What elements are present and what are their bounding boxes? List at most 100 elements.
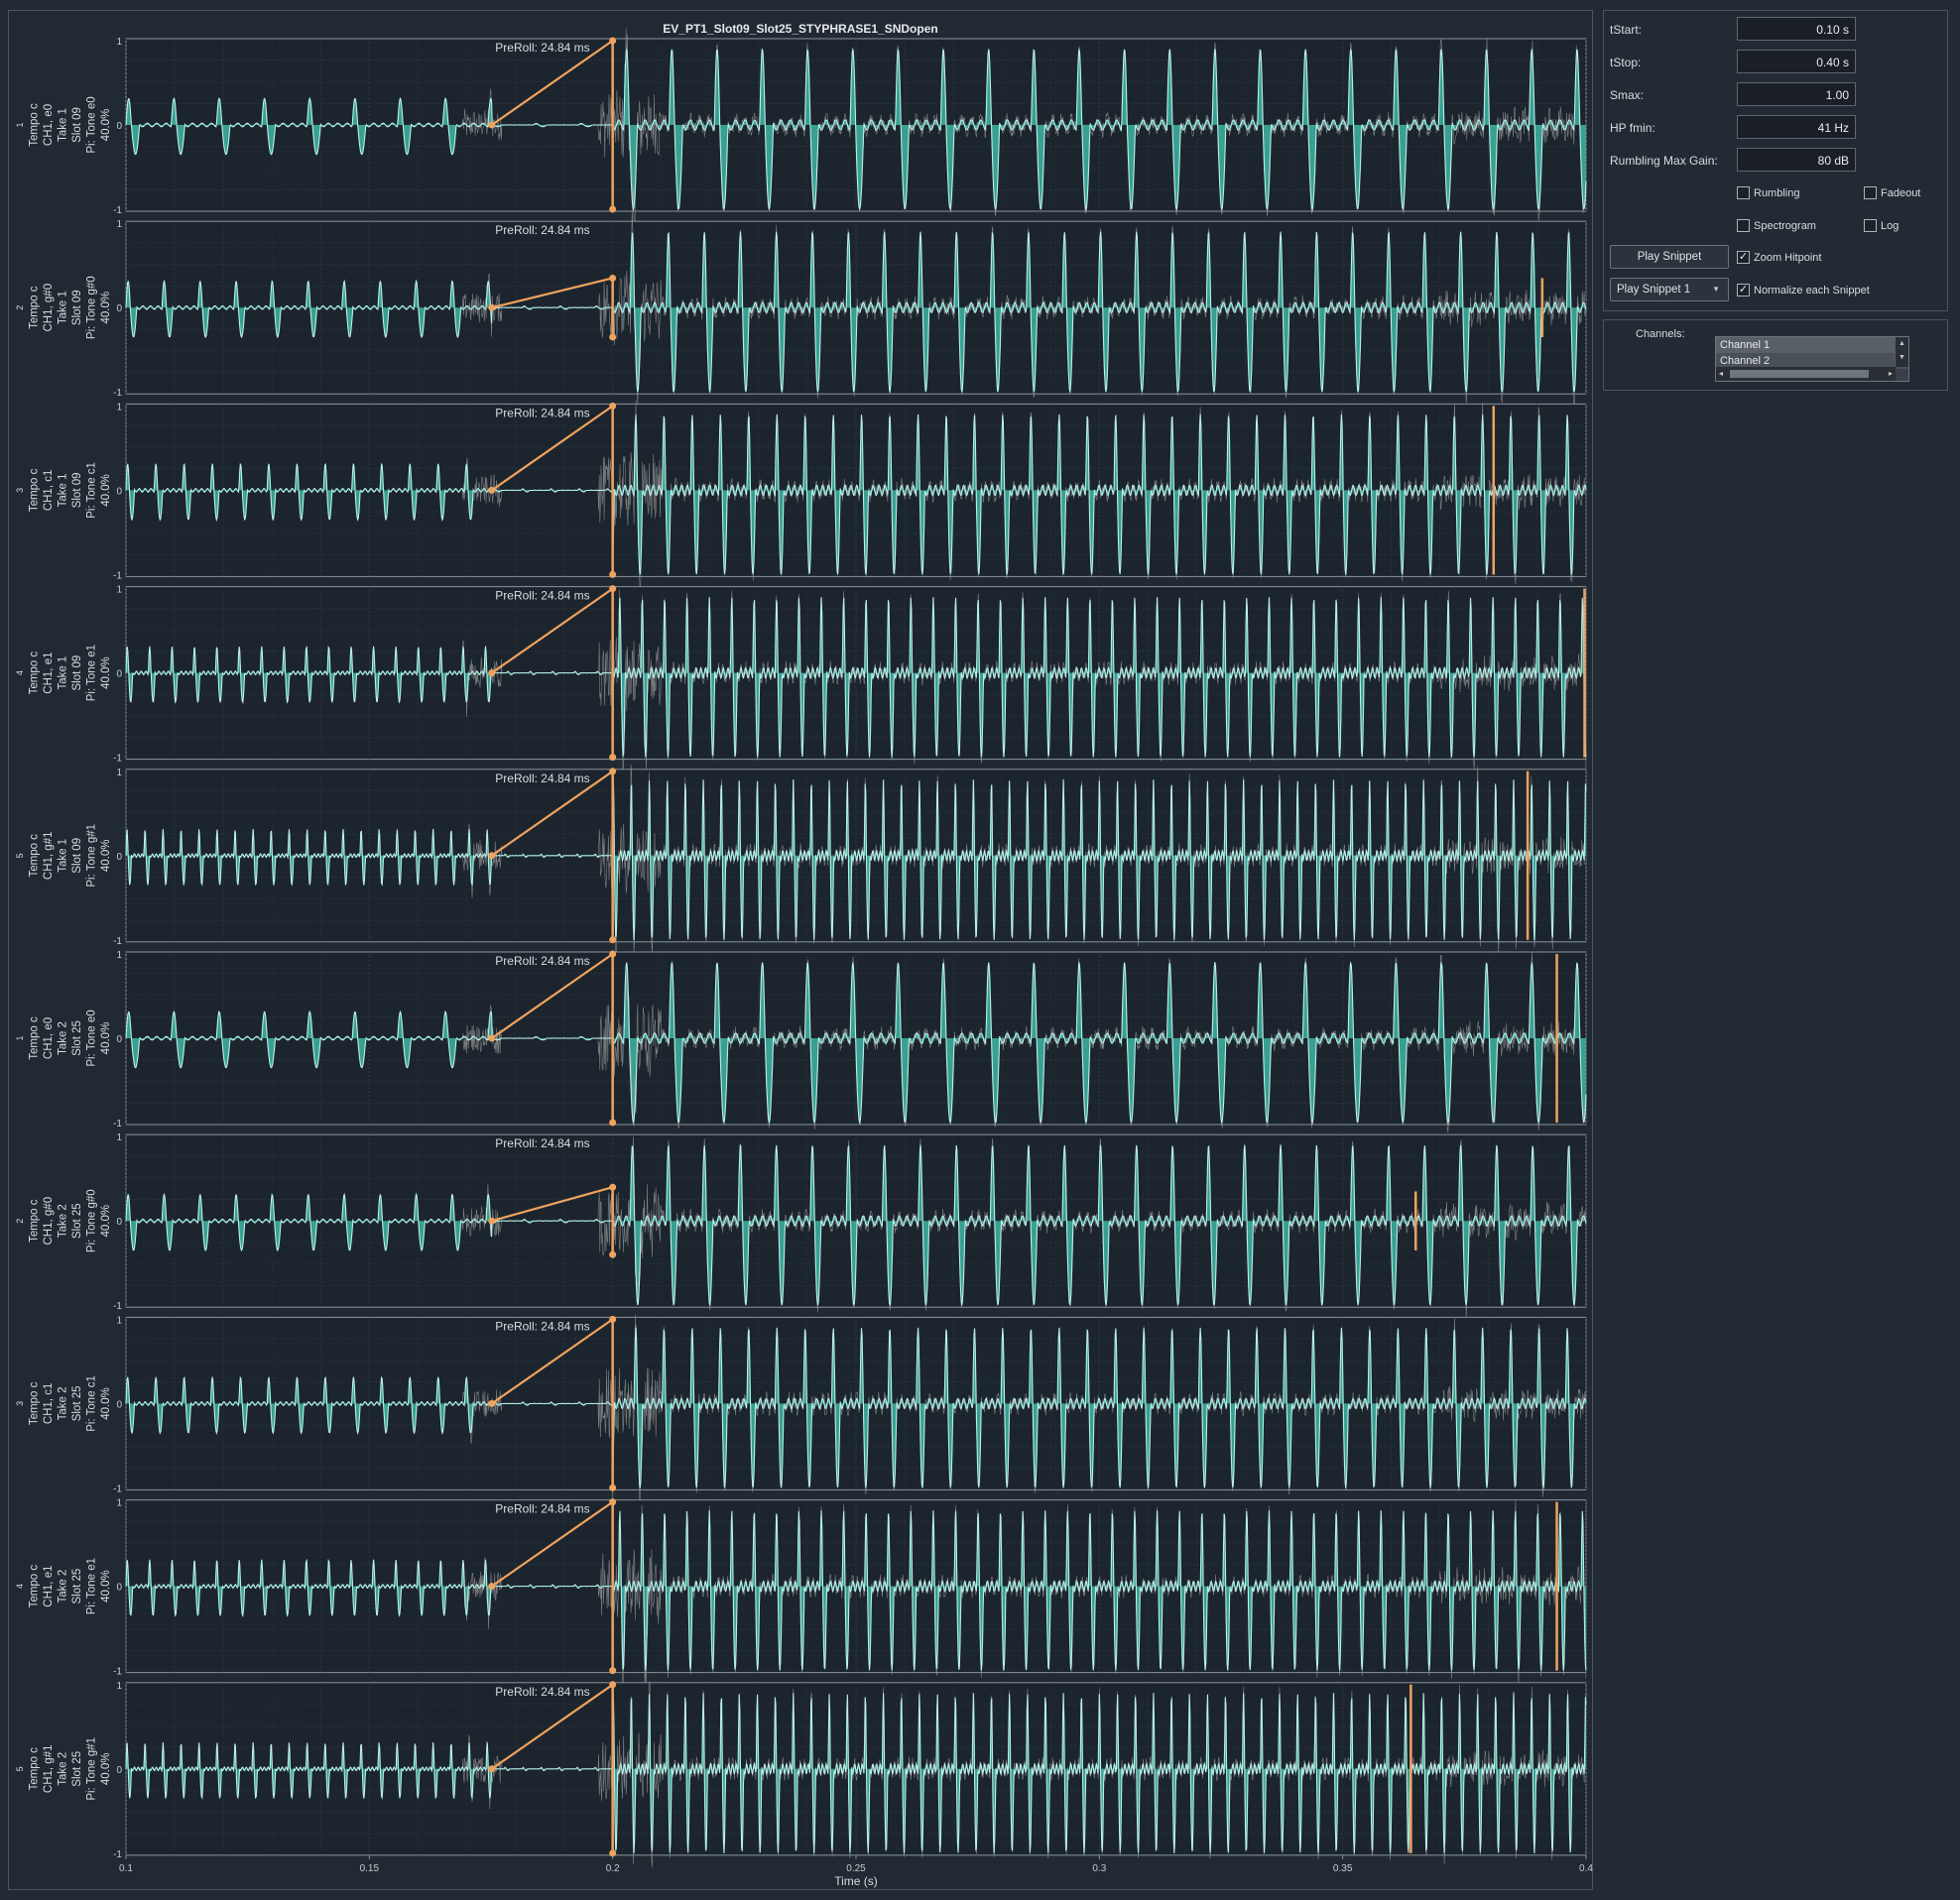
y-tick-label: -1: [113, 1849, 122, 1860]
scroll-up-icon[interactable]: ▲: [1896, 337, 1908, 351]
trigger-top-point: [609, 274, 617, 282]
preroll-start-point: [488, 303, 496, 311]
zoom-hitpoint-checkbox[interactable]: ✓ Zoom Hitpoint: [1737, 251, 1821, 264]
panel-ylabel: 40.0%: [100, 1570, 112, 1603]
rumbling-checkbox[interactable]: Rumbling: [1737, 186, 1799, 199]
channels-listbox[interactable]: Channel 1 Channel 2 ▲ ▼ ◂ ▸: [1715, 336, 1909, 382]
x-tick-label: 0.25: [846, 1863, 866, 1874]
scroll-right-icon[interactable]: ▸: [1889, 367, 1893, 381]
y-tick-label: 1: [116, 402, 122, 413]
waveform-plot: EV_PT1_Slot09_Slot25_STYPHRASE1_SNDopen 1…: [15, 22, 1593, 1888]
normalize-checkbox[interactable]: ✓ Normalize each Snippet: [1737, 284, 1870, 297]
panel-ylabel: Slot 09: [71, 472, 83, 508]
x-axis-label: Time (s): [834, 1874, 878, 1888]
panel-ylabel: CH1, e1: [43, 1566, 55, 1607]
y-tick-label: 1: [116, 768, 122, 778]
preroll-start-point: [488, 1217, 496, 1225]
tstop-label: tStop:: [1610, 56, 1642, 69]
panel-ylabel: 4: [15, 1584, 25, 1589]
hpfmin-input[interactable]: 41 Hz: [1737, 115, 1856, 139]
waveform-panel: [125, 208, 1587, 413]
vertical-scrollbar[interactable]: ▲ ▼: [1895, 337, 1908, 367]
preroll-label: PreRoll: 24.84 ms: [495, 1685, 589, 1699]
panel-ylabel: 40.0%: [100, 1205, 112, 1238]
y-tick-label: -1: [113, 570, 122, 581]
play-snippet-select[interactable]: Play Snippet 1 ▼: [1610, 278, 1729, 301]
y-tick-label: 0: [116, 1034, 122, 1045]
y-tick-label: 1: [116, 1681, 122, 1692]
checkbox-icon: [1864, 219, 1877, 232]
y-tick-label: 0: [116, 1399, 122, 1410]
y-tick-label: 0: [116, 486, 122, 497]
panel-ylabel: Slot 09: [71, 107, 83, 143]
panel-ylabel: Pi: Tone e1: [86, 1558, 98, 1614]
panel-ylabel: 40.0%: [100, 109, 112, 142]
x-tick-label: 0.3: [1092, 1863, 1106, 1874]
fadeout-checkbox[interactable]: Fadeout: [1864, 186, 1920, 199]
preroll-start-point: [488, 486, 496, 494]
trigger-bottom-point: [609, 936, 617, 944]
panel-ylabel: Slot 09: [71, 290, 83, 325]
checkbox-icon: [1737, 219, 1750, 232]
y-tick-label: 0: [116, 669, 122, 680]
panel-ylabel: 2: [15, 1219, 25, 1224]
panel-ylabel: Tempo c: [29, 652, 41, 695]
waveform-panel: [125, 950, 1587, 1133]
preroll-start-point: [488, 1034, 496, 1042]
panel-ylabel: Take 1: [58, 473, 69, 507]
horizontal-scrollbar[interactable]: ◂ ▸: [1716, 367, 1896, 381]
y-tick-label: 0: [116, 303, 122, 314]
panel-ylabel: Tempo c: [29, 1381, 41, 1425]
tstart-label: tStart:: [1610, 23, 1643, 37]
scroll-down-icon[interactable]: ▼: [1896, 351, 1908, 365]
panel-ylabel: 40.0%: [100, 474, 112, 507]
x-tick-label: 0.35: [1333, 1863, 1353, 1874]
x-tick-label: 0.4: [1579, 1863, 1593, 1874]
spectrogram-checkbox[interactable]: Spectrogram: [1737, 219, 1816, 232]
x-tick-label: 0.2: [606, 1863, 620, 1874]
waveform-panel: [125, 400, 1587, 592]
checkmark-icon: ✓: [1737, 251, 1750, 264]
trigger-bottom-point: [609, 1250, 617, 1258]
panel-ylabel: Tempo c: [29, 1747, 41, 1791]
y-tick-label: 1: [116, 1132, 122, 1143]
y-tick-label: 1: [116, 950, 122, 961]
panel-ylabel: Take 2: [58, 1204, 69, 1238]
checkbox-icon: [1737, 186, 1750, 199]
panel-ylabel: Tempo c: [29, 1199, 41, 1243]
panel-ylabel: Slot 25: [71, 1569, 83, 1604]
panel-ylabel: Pi: Tone g#1: [86, 1737, 98, 1801]
scroll-left-icon[interactable]: ◂: [1719, 367, 1723, 381]
preroll-label: PreRoll: 24.84 ms: [495, 406, 589, 419]
log-checkbox[interactable]: Log: [1864, 219, 1899, 232]
smax-input[interactable]: 1.00: [1737, 82, 1856, 106]
panel-ylabel: Take 2: [58, 1021, 69, 1055]
panel-ylabel: Slot 25: [71, 1751, 83, 1787]
y-tick-label: -1: [113, 1484, 122, 1494]
panel-ylabel: CH1, c1: [43, 1383, 55, 1425]
log-checkbox-label: Log: [1881, 219, 1899, 232]
panel-ylabel: Pi: Tone c1: [86, 1375, 98, 1432]
tstart-input[interactable]: 0.10 s: [1737, 17, 1856, 41]
trigger-top-point: [609, 402, 617, 410]
trigger-bottom-point: [609, 1119, 617, 1127]
panel-ylabel: 5: [15, 1766, 25, 1771]
panel-ylabel: 3: [15, 488, 25, 493]
scroll-thumb[interactable]: [1730, 370, 1869, 378]
trigger-top-point: [609, 1315, 617, 1323]
trigger-bottom-point: [609, 1667, 617, 1675]
trigger-top-point: [609, 1183, 617, 1191]
panel-ylabel: Tempo c: [29, 468, 41, 512]
panel-ylabel: Slot 25: [71, 1020, 83, 1056]
y-tick-label: 0: [116, 1217, 122, 1228]
rumbling-gain-input[interactable]: 80 dB: [1737, 148, 1856, 172]
play-snippet-button[interactable]: Play Snippet: [1610, 245, 1729, 269]
preroll-start-point: [488, 669, 496, 677]
channel-item[interactable]: Channel 1: [1716, 337, 1908, 353]
panel-ylabel: CH1, g#0: [43, 284, 55, 332]
tstop-input[interactable]: 0.40 s: [1737, 50, 1856, 73]
panel-ylabel: CH1, g#1: [43, 832, 55, 881]
waveform-panel: [125, 1498, 1587, 1694]
panel-ylabel: CH1, g#0: [43, 1197, 55, 1246]
preroll-label: PreRoll: 24.84 ms: [495, 772, 589, 785]
